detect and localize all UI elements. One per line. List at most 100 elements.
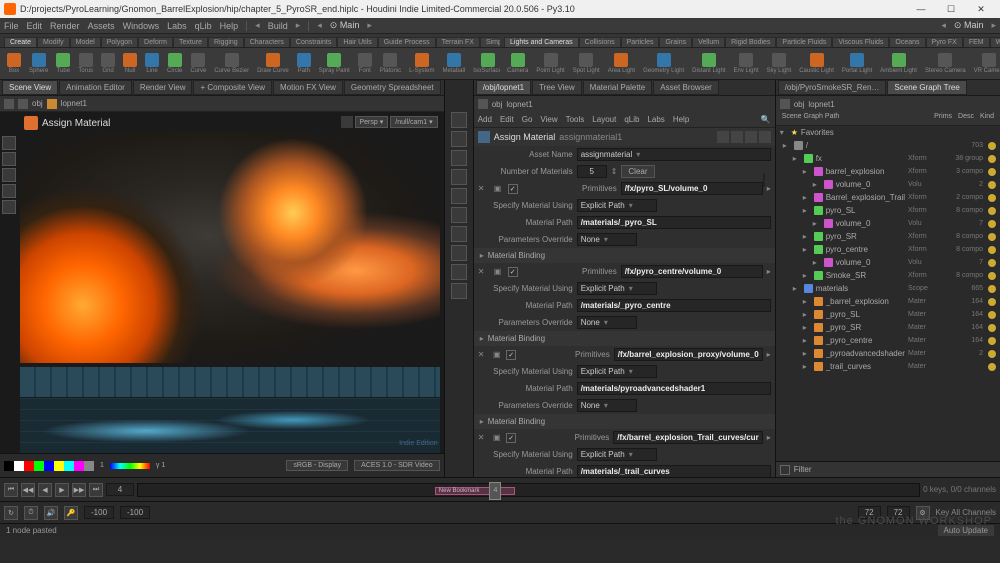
tab[interactable]: + Composite View <box>193 80 272 95</box>
radial-label[interactable]: ⊙ Main <box>330 20 360 31</box>
tree-row[interactable]: ▸_pyro_SLMater164 <box>776 308 1000 321</box>
shelf-tab[interactable]: Model <box>70 37 101 47</box>
history-icon[interactable] <box>18 99 28 109</box>
using-dropdown[interactable]: Explicit Path <box>577 199 657 212</box>
key-icon[interactable]: 🔑 <box>64 506 78 520</box>
select-tool[interactable] <box>2 136 16 150</box>
tab[interactable]: /obj/PyroSmokeSR_Ren… <box>778 80 887 95</box>
shelf-tool[interactable]: Geometry Light <box>640 52 687 75</box>
timeline-scrub[interactable]: New Bookmark 4 <box>137 483 920 497</box>
shot-dropdown[interactable]: /null/cam1 ▾ <box>390 116 437 128</box>
enable-checkbox[interactable] <box>508 184 518 194</box>
shelf-tab[interactable]: Collisions <box>579 37 621 47</box>
tree-row[interactable]: ▸Barrel_explosion_TrailXform2 compo <box>776 191 1000 204</box>
section-binding[interactable]: Material Binding <box>474 331 775 346</box>
section-binding[interactable]: Material Binding <box>474 414 775 429</box>
shelf-tool[interactable]: Caustic Light <box>796 52 837 75</box>
shelf-tool[interactable]: Spray Paint <box>316 52 353 75</box>
toolbar-icon[interactable] <box>451 245 467 261</box>
goto-end[interactable]: ⏭ <box>89 483 103 497</box>
expand-arrow[interactable]: ▸ <box>767 433 771 442</box>
step-forward[interactable]: ▶▶ <box>72 483 86 497</box>
search-icon[interactable]: 🔍 <box>761 115 771 124</box>
shelf-tool[interactable]: Ambient Light <box>877 52 920 75</box>
tree-row[interactable]: ▸barrel_explosionXform3 compo <box>776 165 1000 178</box>
toolbar-icon[interactable] <box>451 131 467 147</box>
shelf-tool[interactable]: Distant Light <box>689 52 728 75</box>
shelf-tool[interactable]: Null <box>120 52 140 75</box>
material-path-input[interactable]: /materials/pyroadvancedshader1 <box>577 382 771 395</box>
radial-prev[interactable]: ◂ <box>317 20 322 31</box>
shelf-tab[interactable]: Constraints <box>290 37 337 47</box>
toolbar-icon[interactable] <box>451 150 467 166</box>
goto-start[interactable]: ⏮ <box>4 483 18 497</box>
frame-input[interactable]: 4 <box>106 483 134 496</box>
tree-row[interactable]: ▸pyro_SLXform8 compo <box>776 204 1000 217</box>
section-binding[interactable]: Material Binding <box>474 248 775 263</box>
flag-icon[interactable] <box>745 131 757 143</box>
path-node[interactable]: lopnet1 <box>61 99 87 108</box>
shelf-tab[interactable]: Particles <box>621 37 660 47</box>
col-header[interactable]: Desc <box>956 112 976 125</box>
clear-button[interactable]: Clear <box>621 165 654 178</box>
shelf-tool[interactable]: Draw Curve <box>254 52 292 75</box>
tree-row[interactable]: ▸volume_0Volu2 <box>776 178 1000 191</box>
tree-row[interactable]: ▸fxXform38 group <box>776 152 1000 165</box>
path-obj[interactable]: obj <box>794 100 805 109</box>
toolbar-icon[interactable] <box>451 283 467 299</box>
path-obj[interactable]: obj <box>32 99 43 108</box>
shelf-tab[interactable]: Polygon <box>101 37 138 47</box>
shelf-tab[interactable]: Modify <box>37 37 70 47</box>
handle-tool[interactable] <box>2 200 16 214</box>
desktop-prev[interactable]: ◂ <box>255 20 260 31</box>
shelf-tab[interactable]: Guide Process <box>378 37 436 47</box>
using-dropdown[interactable]: Explicit Path <box>577 448 657 461</box>
enable-checkbox[interactable] <box>506 350 516 360</box>
tree-row[interactable]: ▸_barrel_explosionMater164 <box>776 295 1000 308</box>
menu-windows[interactable]: Windows <box>123 21 160 31</box>
pin-icon[interactable] <box>780 99 790 109</box>
range-start[interactable]: -100 <box>84 506 114 519</box>
using-dropdown[interactable]: Explicit Path <box>577 365 657 378</box>
menu-help[interactable]: Help <box>220 21 239 31</box>
col-header[interactable]: Kind <box>978 112 996 125</box>
shelf-tab-create[interactable]: Create <box>4 37 37 47</box>
tab-scene-view[interactable]: Scene View <box>2 80 58 95</box>
lock-icon[interactable] <box>341 116 353 128</box>
filter-checkbox[interactable] <box>780 465 790 475</box>
shelf-tool[interactable]: Circle <box>164 52 185 75</box>
shelf-tab[interactable]: Pyro FX <box>926 37 963 47</box>
expand-arrow[interactable]: ▸ <box>767 184 771 193</box>
num-materials-input[interactable]: 5 <box>577 165 607 178</box>
override-dropdown[interactable]: None <box>577 399 637 412</box>
toolbar-icon[interactable] <box>451 207 467 223</box>
menu-edit[interactable]: Edit <box>27 21 43 31</box>
shelf-tool[interactable]: Tube <box>53 52 73 75</box>
primitives-input[interactable]: /fx/pyro_SL/volume_0 <box>621 182 763 195</box>
param-menu[interactable]: Add <box>478 115 492 124</box>
maximize-button[interactable]: ☐ <box>936 4 966 15</box>
toolbar-icon[interactable] <box>451 188 467 204</box>
shelf-tab[interactable]: Vellum <box>692 37 725 47</box>
shelf-tool[interactable]: Sphere <box>26 52 51 75</box>
toolbar-icon[interactable] <box>451 226 467 242</box>
path-node[interactable]: lopnet1 <box>808 100 834 109</box>
param-menu[interactable]: qLib <box>624 115 639 124</box>
shelf-tool[interactable]: Line <box>142 52 162 75</box>
shelf-tool[interactable]: Box <box>4 52 24 75</box>
favorites[interactable]: Favorites <box>801 128 834 137</box>
shelf-tab[interactable]: Grains <box>659 37 692 47</box>
expand-arrow[interactable]: ▸ <box>767 267 771 276</box>
shelf-tab[interactable]: FEM <box>963 37 990 47</box>
tree-row[interactable]: ▸volume_0Volu7 <box>776 256 1000 269</box>
shelf-tool[interactable]: Stereo Camera <box>922 52 969 75</box>
color-swatches[interactable] <box>4 461 94 471</box>
loop-icon[interactable]: ↻ <box>4 506 18 520</box>
enable-checkbox[interactable] <box>508 267 518 277</box>
shelf-tab[interactable]: Viscous Fluids <box>832 37 889 47</box>
camera-dropdown[interactable]: Persp ▾ <box>355 116 389 128</box>
play-forward[interactable]: ▶ <box>55 483 69 497</box>
col-header[interactable]: Scene Graph Path <box>780 112 930 125</box>
shelf-tool[interactable]: Camera <box>504 52 531 75</box>
shelf-tool[interactable]: Point Light <box>533 52 567 75</box>
